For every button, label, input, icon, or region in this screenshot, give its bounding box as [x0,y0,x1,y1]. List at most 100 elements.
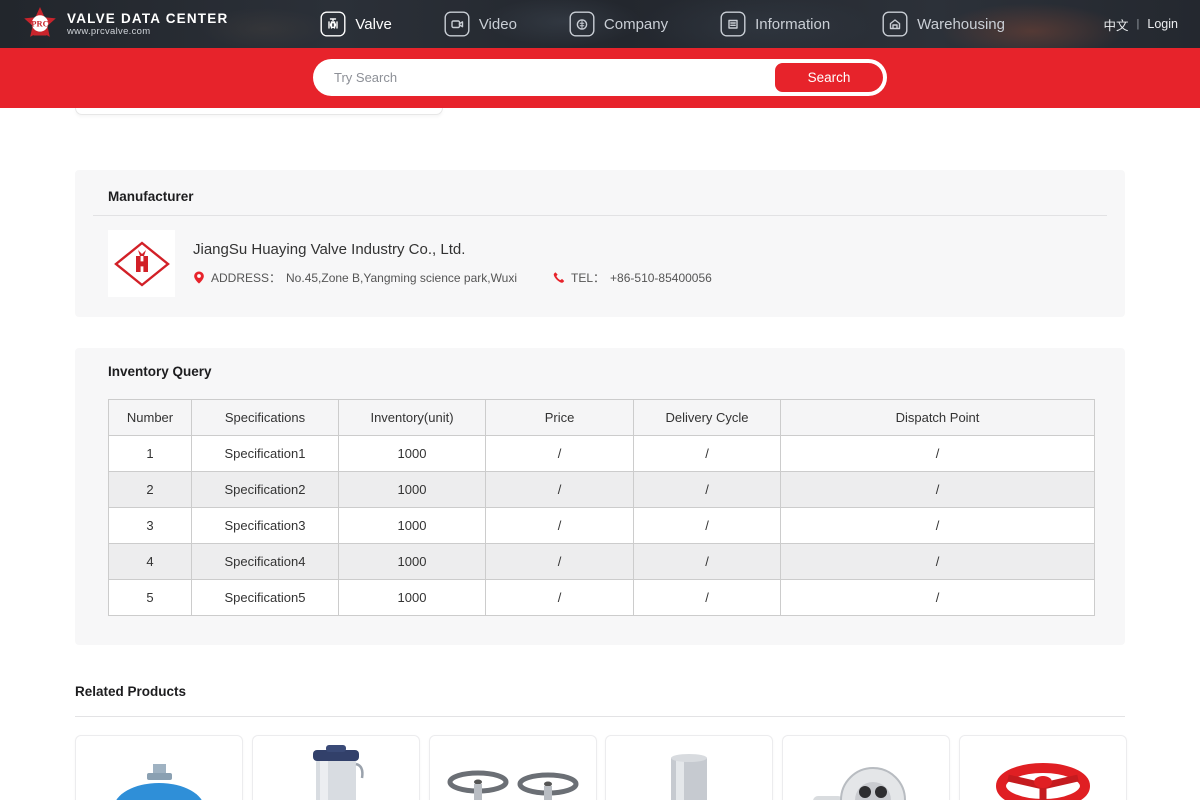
inventory-cell: 1000 [339,580,486,616]
nav-label: Valve [355,16,391,33]
information-icon [720,11,746,37]
inventory-column-header: Specifications [192,400,339,436]
nav-item-valve[interactable]: Valve [320,11,391,37]
inventory-column-header: Inventory(unit) [339,400,486,436]
prc-star-logo-icon: PRC [22,6,58,42]
steel-cylinder-valve-image [614,736,764,800]
inventory-cell: 1000 [339,544,486,580]
inventory-cell: 3 [109,508,192,544]
inventory-cell: 1000 [339,472,486,508]
inventory-row: 4Specification41000/// [109,544,1095,580]
inventory-section-title: Inventory Query [108,364,212,379]
inventory-cell: Specification1 [192,436,339,472]
search-button[interactable]: Search [775,63,883,92]
nav-label: Information [755,16,830,33]
inventory-cell: / [486,580,634,616]
scrolled-card-remnant [75,108,443,115]
manufacturer-info-row: ADDRESS： No.45,Zone B,Yangming science p… [193,269,712,286]
inventory-cell: Specification4 [192,544,339,580]
inventory-cell: / [486,508,634,544]
inventory-table-body: 1Specification11000///2Specification2100… [109,436,1095,616]
top-header: PRC VALVE DATA CENTER www.prcvalve.com V… [0,0,1200,48]
inventory-cell: / [486,436,634,472]
tel-group: TEL： +86-510-85400056 [553,269,712,286]
search-bar: Search [313,59,887,96]
product-card[interactable] [75,735,243,800]
inventory-row: 3Specification31000/// [109,508,1095,544]
inventory-cell: 1000 [339,508,486,544]
header-right: 中文 | Login [1104,15,1178,34]
inventory-row: 1Specification11000/// [109,436,1095,472]
tel-label: TEL： [571,269,605,286]
main-nav: Valve Video Company Information Warehousing [320,11,1005,37]
svg-text:PRC: PRC [31,19,48,29]
inventory-row: 5Specification51000/// [109,580,1095,616]
inventory-column-header: Number [109,400,192,436]
manufacturer-section-title: Manufacturer [108,189,194,204]
inventory-cell: / [781,472,1095,508]
inventory-cell: / [634,544,781,580]
warehousing-icon [882,11,908,37]
inventory-cell: / [634,580,781,616]
nav-label: Company [604,16,668,33]
inventory-cell: / [634,472,781,508]
gate-valves-pair-image [438,736,588,800]
phone-icon [553,271,565,284]
inventory-cell: / [634,508,781,544]
nav-item-information[interactable]: Information [720,11,830,37]
inventory-cell: / [486,472,634,508]
tel-value: +86-510-85400056 [610,271,712,285]
nav-label: Warehousing [917,16,1005,33]
blue-pneumatic-actuator-image [89,736,229,800]
inventory-cell: Specification2 [192,472,339,508]
location-pin-icon [193,271,205,284]
inventory-cell: 2 [109,472,192,508]
inventory-row: 2Specification21000/// [109,472,1095,508]
valve-icon [320,11,346,37]
inventory-table: NumberSpecificationsInventory(unit)Price… [108,399,1095,616]
product-card[interactable] [782,735,950,800]
related-products-title: Related Products [75,684,186,699]
product-card[interactable] [605,735,773,800]
company-icon [569,11,595,37]
header-separator: | [1137,18,1140,30]
cylinder-actuator-image: 〤HY [266,736,406,800]
product-card[interactable] [959,735,1127,800]
related-products-divider [75,716,1125,717]
inventory-cell: / [634,436,781,472]
login-link[interactable]: Login [1147,17,1178,31]
inventory-column-header: Dispatch Point [781,400,1095,436]
red-handwheel-valve-image [968,736,1118,800]
search-input[interactable] [317,70,775,85]
inventory-cell: 5 [109,580,192,616]
site-url: www.prcvalve.com [67,26,228,37]
inventory-cell: Specification3 [192,508,339,544]
manufacturer-logo [108,230,175,297]
site-title: VALVE DATA CENTER [67,11,228,26]
manufacturer-name: JiangSu Huaying Valve Industry Co., Ltd. [193,241,465,258]
address-value: No.45,Zone B,Yangming science park,Wuxi [286,271,517,285]
inventory-cell: 1 [109,436,192,472]
inventory-cell: 1000 [339,436,486,472]
huaying-diamond-logo-icon [114,241,170,287]
electric-actuator-image [791,736,941,800]
video-icon [444,11,470,37]
manufacturer-divider [93,215,1107,216]
inventory-cell: / [781,580,1095,616]
nav-item-video[interactable]: Video [444,11,517,37]
inventory-column-header: Delivery Cycle [634,400,781,436]
product-card[interactable] [429,735,597,800]
inventory-cell: / [781,436,1095,472]
product-card[interactable]: 〤HY [252,735,420,800]
nav-label: Video [479,16,517,33]
inventory-cell: / [486,544,634,580]
nav-item-company[interactable]: Company [569,11,668,37]
inventory-cell: / [781,508,1095,544]
brand-text: VALVE DATA CENTER www.prcvalve.com [67,11,228,37]
manufacturer-section: Manufacturer JiangSu Huaying Valve Indus… [75,170,1125,317]
page: PRC VALVE DATA CENTER www.prcvalve.com V… [0,0,1200,800]
brand[interactable]: PRC VALVE DATA CENTER www.prcvalve.com [22,6,228,42]
language-switch[interactable]: 中文 [1104,15,1129,34]
inventory-cell: 4 [109,544,192,580]
nav-item-warehousing[interactable]: Warehousing [882,11,1005,37]
